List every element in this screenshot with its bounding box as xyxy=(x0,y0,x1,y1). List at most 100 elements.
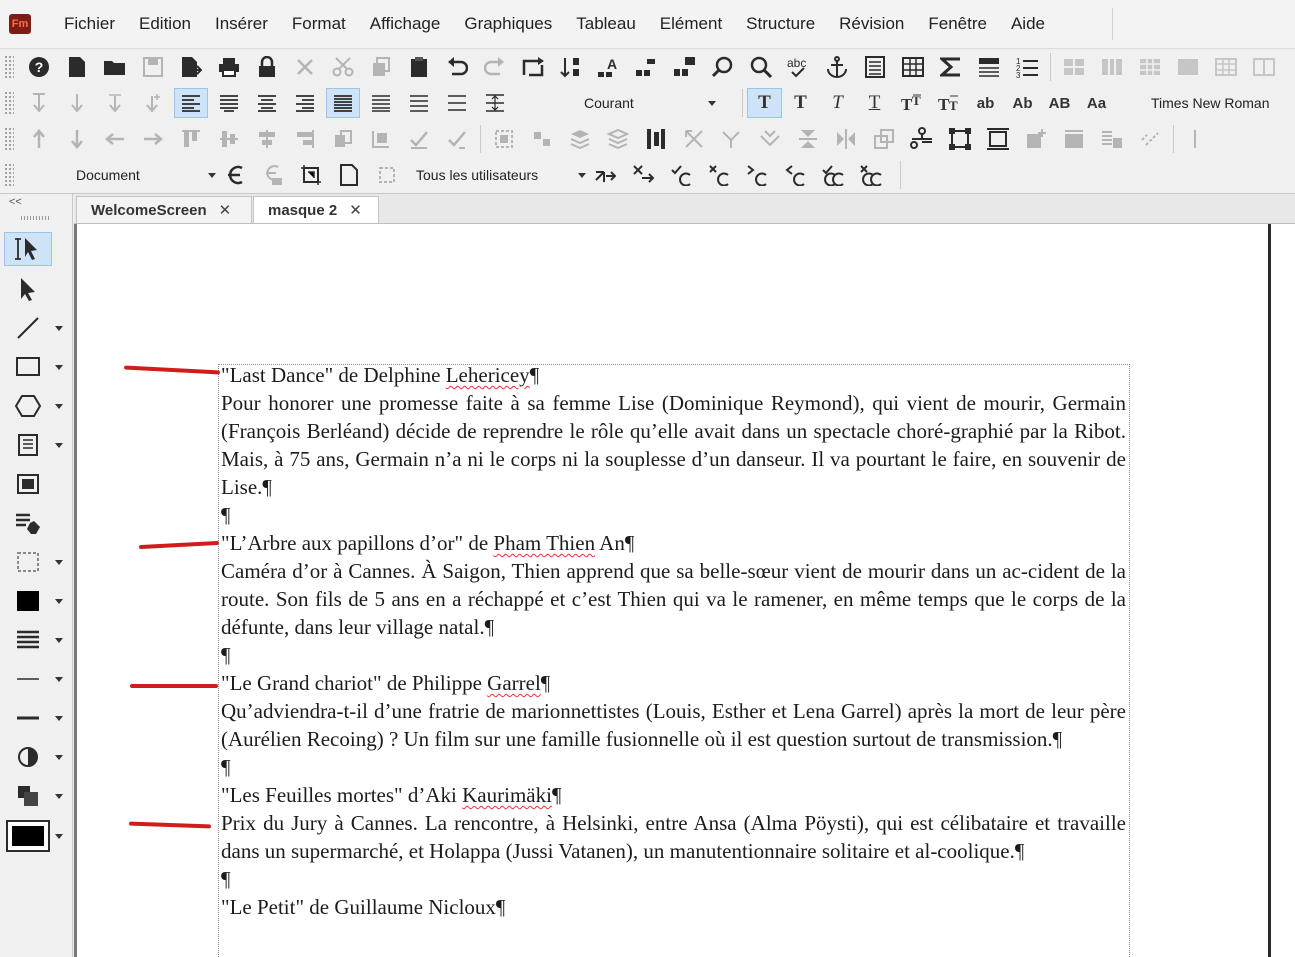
paste-icon[interactable] xyxy=(402,52,436,82)
graphic-frame-tool-icon[interactable] xyxy=(4,467,52,501)
chevron-down-icon[interactable] xyxy=(55,755,63,760)
users-select[interactable]: Tous les utilisateurs xyxy=(416,162,586,188)
print-icon[interactable] xyxy=(212,52,246,82)
toolbar-grip[interactable] xyxy=(4,127,14,151)
scale-icon[interactable] xyxy=(677,124,711,154)
page-icon[interactable] xyxy=(332,160,366,190)
reject-change-icon[interactable] xyxy=(626,160,660,190)
align-justify-icon[interactable] xyxy=(212,88,246,118)
check-icon[interactable] xyxy=(402,124,436,154)
repeat-icon[interactable] xyxy=(516,52,550,82)
subscript-button[interactable]: TT xyxy=(930,88,967,118)
accept-next-icon[interactable] xyxy=(664,160,698,190)
run-around-icon[interactable] xyxy=(1095,124,1129,154)
menu-structure[interactable]: Structure xyxy=(737,0,824,48)
menu-fichier[interactable]: Fichier xyxy=(55,0,124,48)
chevron-down-icon[interactable] xyxy=(55,716,63,721)
bullets-icon[interactable] xyxy=(972,52,1006,82)
reshape-icon[interactable] xyxy=(715,124,749,154)
font-select[interactable]: Times New Roman xyxy=(1151,90,1291,116)
connect-icon[interactable] xyxy=(905,124,939,154)
layers-alt-icon[interactable] xyxy=(601,124,635,154)
delete-icon[interactable] xyxy=(288,52,322,82)
collapse-panel-icon[interactable]: << xyxy=(9,196,22,208)
frame-above-icon[interactable] xyxy=(1057,124,1091,154)
undo-icon[interactable] xyxy=(440,52,474,82)
plain-text-button[interactable]: T xyxy=(747,88,782,118)
check-all-icon[interactable] xyxy=(440,124,474,154)
menu-inserer[interactable]: Insérer xyxy=(206,0,277,48)
align-middles-icon[interactable] xyxy=(212,124,246,154)
sentence-case-button[interactable]: Aa xyxy=(1078,88,1115,118)
menu-fenetre[interactable]: Fenêtre xyxy=(919,0,996,48)
layers-icon[interactable] xyxy=(563,124,597,154)
chevron-down-icon[interactable] xyxy=(55,326,63,331)
move-right-icon[interactable] xyxy=(136,124,170,154)
hand-tool-icon[interactable] xyxy=(4,506,52,540)
grid-view-1-icon[interactable] xyxy=(1057,52,1091,82)
text-frame-tool-icon[interactable] xyxy=(4,428,52,462)
overprint-tool-icon[interactable] xyxy=(4,779,52,813)
tab-welcomescreen[interactable]: WelcomeScreen ✕ xyxy=(76,196,252,223)
smooth-icon[interactable] xyxy=(753,124,787,154)
toolbar-grip[interactable] xyxy=(4,55,14,79)
condition-icon[interactable] xyxy=(218,160,252,190)
view-select[interactable]: Document xyxy=(76,162,216,188)
more-tools-icon[interactable] xyxy=(1180,124,1214,154)
document-canvas[interactable]: "Last Dance" de Delphine Lehericey¶ Pour… xyxy=(74,224,1295,957)
numbering-icon[interactable]: 123 xyxy=(1010,52,1044,82)
line-spacing-onehalf-icon[interactable] xyxy=(364,88,398,118)
italic-button[interactable]: T xyxy=(819,88,856,118)
selection-frame-tool-icon[interactable] xyxy=(4,545,52,579)
zoom-icon[interactable] xyxy=(744,52,778,82)
grid-view-4-icon[interactable] xyxy=(1171,52,1205,82)
rotate-icon[interactable] xyxy=(867,124,901,154)
menu-graphiques[interactable]: Graphiques xyxy=(455,0,561,48)
object-properties-icon[interactable] xyxy=(943,124,977,154)
bold-button[interactable]: T xyxy=(782,88,819,118)
rectangle-tool-icon[interactable] xyxy=(4,350,52,384)
chevron-down-icon[interactable] xyxy=(55,794,63,799)
char-format-icon[interactable]: A xyxy=(592,52,626,82)
align-center-icon[interactable] xyxy=(250,88,284,118)
reject-next-icon[interactable] xyxy=(702,160,736,190)
flip-up-down-icon[interactable] xyxy=(791,124,825,154)
open-folder-icon[interactable] xyxy=(98,52,132,82)
lock-icon[interactable] xyxy=(250,52,284,82)
line-style-tool-icon[interactable] xyxy=(4,662,52,696)
accept-all-icon[interactable] xyxy=(816,160,850,190)
para-format-icon[interactable] xyxy=(630,52,664,82)
color-swatch[interactable] xyxy=(4,818,52,854)
grid-view-5-icon[interactable] xyxy=(1209,52,1243,82)
next-change-icon[interactable] xyxy=(740,160,774,190)
close-icon[interactable]: ✕ xyxy=(219,201,232,219)
chevron-down-icon[interactable] xyxy=(55,834,63,839)
redo-icon[interactable] xyxy=(478,52,512,82)
link-break-icon[interactable] xyxy=(1133,124,1167,154)
line-spacing-triple-icon[interactable] xyxy=(440,88,474,118)
frame-arrange-icon[interactable] xyxy=(525,124,559,154)
distribute-icon[interactable] xyxy=(326,124,360,154)
text-frame-icon[interactable] xyxy=(858,52,892,82)
chevron-down-icon[interactable] xyxy=(55,677,63,682)
line-spacing-down-icon[interactable] xyxy=(98,88,132,118)
close-icon[interactable]: ✕ xyxy=(349,201,362,219)
help-icon[interactable]: ? xyxy=(22,52,56,82)
export-icon[interactable] xyxy=(174,52,208,82)
column-icon[interactable] xyxy=(639,124,673,154)
insert-frame-icon[interactable] xyxy=(1019,124,1053,154)
align-left-icon[interactable] xyxy=(174,88,208,118)
insert-table-icon[interactable] xyxy=(896,52,930,82)
uppercase-button[interactable]: AB xyxy=(1041,88,1078,118)
polygon-tool-icon[interactable] xyxy=(4,389,52,423)
chevron-down-icon[interactable] xyxy=(55,599,63,604)
align-right-icon[interactable] xyxy=(288,88,322,118)
chevron-down-icon[interactable] xyxy=(55,404,63,409)
document-text[interactable]: "Last Dance" de Delphine Lehericey¶ Pour… xyxy=(221,361,1126,921)
align-bottoms-icon[interactable] xyxy=(288,124,322,154)
line-tool-icon[interactable] xyxy=(4,311,52,345)
chevron-down-icon[interactable] xyxy=(55,638,63,643)
sort-icon[interactable] xyxy=(554,52,588,82)
tint-tool-icon[interactable] xyxy=(4,740,52,774)
group-icon[interactable] xyxy=(364,124,398,154)
